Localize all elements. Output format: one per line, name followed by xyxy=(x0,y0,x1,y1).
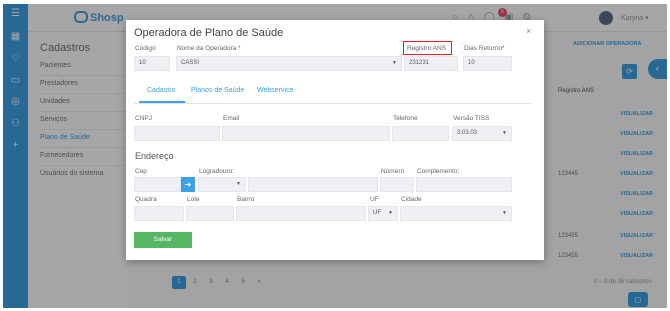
dias-retorno-label: Dias Retorno* xyxy=(464,45,505,52)
registro-ans-input[interactable]: 231231 xyxy=(404,56,458,71)
complemento-label: Complemento: xyxy=(417,168,460,175)
quadra-label: Quadra xyxy=(135,196,157,203)
numero-label: Número xyxy=(381,168,405,175)
cep-input[interactable] xyxy=(134,177,181,192)
nome-operadora-label: Nome da Operadora * xyxy=(177,45,241,52)
save-button[interactable]: Salvar xyxy=(134,232,192,248)
cep-label: Cep xyxy=(135,168,147,175)
logradouro-label: Logradouro: xyxy=(199,168,235,175)
versao-tiss-select[interactable]: 3.03.03 ▼ xyxy=(452,126,512,141)
cep-search-button[interactable]: ➜ xyxy=(181,177,195,192)
active-tab-indicator xyxy=(139,101,185,103)
chevron-down-icon: ▼ xyxy=(236,181,241,187)
chevron-down-icon: ▼ xyxy=(502,130,507,136)
uf-value: UF xyxy=(373,210,381,216)
quadra-input[interactable] xyxy=(134,206,184,221)
bairro-label: Bairro xyxy=(237,196,255,203)
chevron-down-icon: ▼ xyxy=(388,210,393,216)
telefone-label: Telefone xyxy=(393,115,418,122)
endereco-heading: Endereço xyxy=(135,151,174,161)
codigo-input[interactable]: 10 xyxy=(134,56,170,71)
close-icon[interactable]: × xyxy=(526,26,531,36)
chevron-down-icon: ▼ xyxy=(392,60,397,66)
operator-modal: Operadora de Plano de Saúde × Código 10 … xyxy=(126,20,544,260)
modal-title: Operadora de Plano de Saúde xyxy=(134,27,284,39)
tab-webservice[interactable]: Webservice xyxy=(257,87,293,94)
uf-label: UF xyxy=(370,196,379,203)
email-label: Email xyxy=(223,115,240,122)
versao-tiss-label: Versão TISS xyxy=(453,115,490,122)
bairro-input[interactable] xyxy=(236,206,366,221)
cidade-select[interactable]: ▼ xyxy=(400,206,512,221)
tab-cadastro[interactable]: Cadastro xyxy=(147,87,175,94)
tabs-divider xyxy=(134,103,532,104)
dias-retorno-input[interactable]: 10 xyxy=(463,56,512,71)
numero-input[interactable] xyxy=(380,177,414,192)
arrow-right-icon: ➜ xyxy=(184,180,192,189)
codigo-label: Código xyxy=(135,45,156,52)
cnpj-label: CNPJ xyxy=(135,115,152,122)
highlight-box xyxy=(403,41,452,55)
logradouro-input[interactable] xyxy=(248,177,378,192)
nome-operadora-select[interactable]: CASSI ▼ xyxy=(176,56,402,71)
complemento-input[interactable] xyxy=(416,177,512,192)
telefone-input[interactable] xyxy=(392,126,449,141)
lote-input[interactable] xyxy=(186,206,234,221)
versao-tiss-value: 3.03.03 xyxy=(457,130,478,136)
nome-operadora-value: CASSI xyxy=(181,60,200,66)
lote-label: Lote xyxy=(187,196,200,203)
tab-planos-de-saude[interactable]: Planos de Saúde xyxy=(191,87,244,94)
email-input[interactable] xyxy=(222,126,390,141)
cnpj-input[interactable] xyxy=(134,126,220,141)
logradouro-type-select[interactable]: ▼ xyxy=(198,177,246,192)
chevron-down-icon: ▼ xyxy=(502,210,507,216)
uf-select[interactable]: UF ▼ xyxy=(368,206,398,221)
cidade-label: Cidade xyxy=(401,196,422,203)
